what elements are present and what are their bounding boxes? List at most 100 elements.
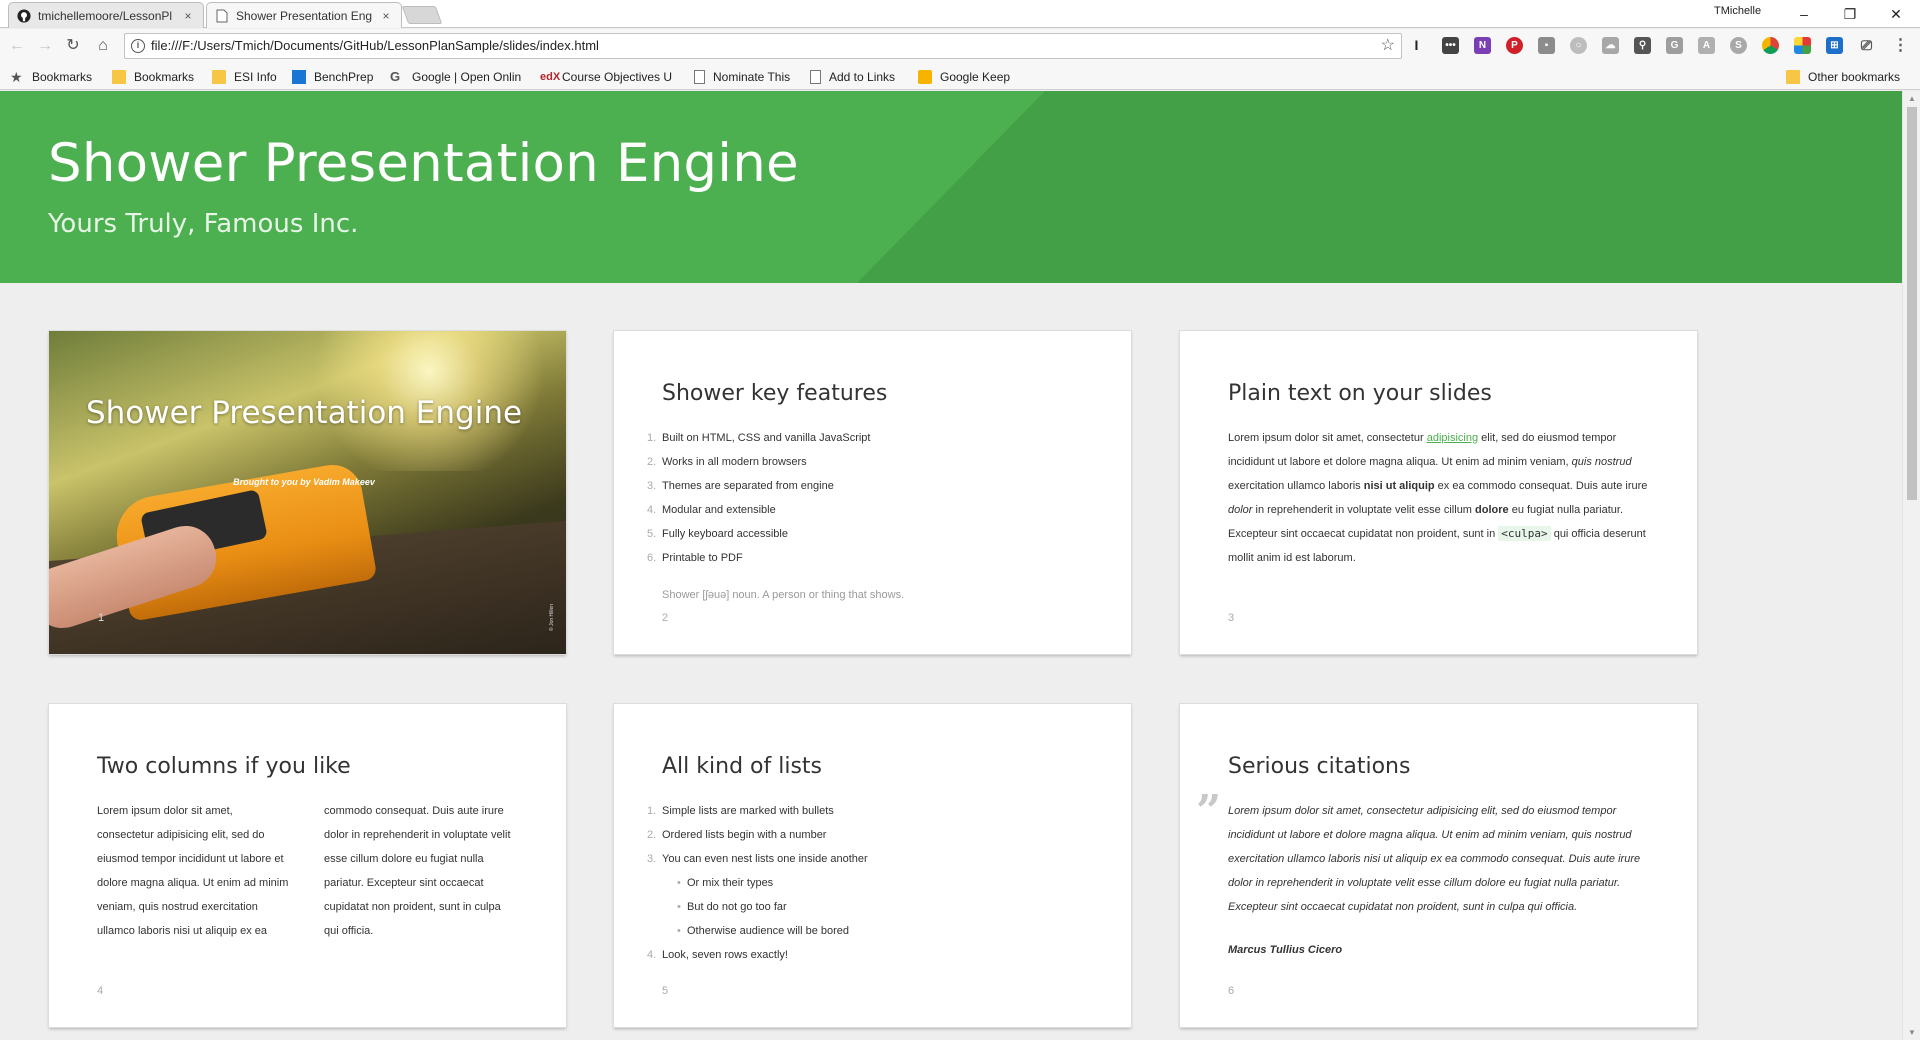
browser-toolbar: ← → ↻ ⌂ i file:///F:/Users/Tmich/Documen… (0, 29, 1920, 63)
menu-icon[interactable]: ⋮ (1892, 37, 1909, 54)
slide-2-features[interactable]: Shower key features 1. Built on HTML, CSS… (614, 331, 1131, 654)
scroll-up-icon[interactable]: ▲ (1907, 94, 1917, 103)
pin-icon[interactable]: ⚲ (1634, 37, 1651, 54)
address-text: file:///F:/Users/Tmich/Documents/GitHub/… (151, 38, 599, 53)
color-icon[interactable] (1794, 37, 1811, 54)
photo-credit: © Jon Hillen (549, 603, 555, 631)
bookmark-nominate-this[interactable]: Nominate This (694, 68, 790, 85)
slide-4-columns[interactable]: Two columns if you like Lorem ipsum dolo… (49, 704, 566, 1027)
page-subtitle: Yours Truly, Famous Inc. (48, 209, 359, 239)
list-item: • Or mix their types (677, 877, 774, 889)
dots-icon[interactable]: ••• (1442, 37, 1459, 54)
circle-icon[interactable]: ○ (1570, 37, 1587, 54)
bookmark-esi-info[interactable]: ESI Info (212, 68, 277, 85)
benchprep-icon (292, 69, 306, 84)
two-column-text: Lorem ipsum dolor sit amet, consectetur … (97, 805, 511, 937)
close-tab-icon[interactable]: × (379, 9, 393, 23)
slide-subtitle: Brought to you by Vadim Makeev (233, 477, 375, 487)
tab-shower[interactable]: Shower Presentation Eng × (206, 2, 402, 28)
folder-icon (1786, 69, 1800, 84)
bookmark-star[interactable]: ★ Bookmarks (10, 68, 92, 85)
quote-mark-icon: ” (1196, 786, 1222, 837)
edx-icon: edX (540, 70, 561, 83)
slide-number: 5 (662, 985, 669, 997)
tab-title: tmichellemoore/LessonPl (38, 8, 173, 23)
slide-title: Serious citations (1228, 754, 1411, 779)
list-item: 3. You can even nest lists one inside ano… (647, 847, 868, 943)
star-icon: ★ (10, 68, 23, 85)
tab-github[interactable]: tmichellemoore/LessonPl × (8, 2, 204, 28)
bookmark-other[interactable]: Other bookmarks (1786, 68, 1900, 85)
slide-title: All kind of lists (662, 754, 822, 779)
bookmark-bookmarks-folder[interactable]: Bookmarks (112, 68, 194, 85)
list-item: 4. Look, seven rows exactly! (647, 949, 788, 961)
list-item: • Otherwise audience will be bored (677, 925, 850, 937)
keep-icon (918, 69, 932, 84)
restore-icon[interactable]: ❐ (1830, 3, 1870, 25)
address-bar[interactable]: i file:///F:/Users/Tmich/Documents/GitHu… (124, 33, 1402, 59)
bookmark-google-open-online[interactable]: G Google | Open Onlin (390, 68, 521, 85)
close-tab-icon[interactable]: × (181, 9, 195, 23)
slide-number: 2 (662, 612, 669, 624)
folder-icon (212, 69, 226, 84)
slide-1-cover[interactable]: Shower Presentation Engine Brought to yo… (49, 331, 566, 654)
list-item: 3. Themes are separated from engine (647, 480, 834, 492)
chrome-icon[interactable] (1762, 37, 1779, 54)
slide-6-citation[interactable]: Serious citations ” Lorem ipsum dolor si… (1180, 704, 1697, 1027)
profile-name[interactable]: TMichelle (1714, 5, 1761, 17)
minimize-icon[interactable]: – (1784, 3, 1824, 25)
bookmark-star-icon[interactable]: ☆ (1381, 34, 1395, 58)
features-list: 1. Built on HTML, CSS and vanilla JavaScr… (647, 426, 870, 570)
github-icon (17, 8, 31, 23)
onenote-icon[interactable]: N (1474, 37, 1491, 54)
inline-code: <culpa> (1498, 526, 1551, 541)
slide-title: Shower key features (662, 381, 888, 406)
list-item: 2. Ordered lists begin with a number (647, 829, 827, 841)
clip-icon[interactable]: ▪ (1538, 37, 1555, 54)
scrollbar-thumb[interactable] (1907, 107, 1917, 500)
slide-title: Shower Presentation Engine (85, 395, 523, 431)
citation-text: Lorem ipsum dolor sit amet, consectetur … (1228, 805, 1641, 913)
forward-icon[interactable]: → (34, 35, 56, 57)
slide-3-plain-text[interactable]: Plain text on your slides Lorem ipsum do… (1180, 331, 1697, 654)
page-header: Shower Presentation Engine Yours Truly, … (0, 91, 1902, 283)
reload-icon[interactable]: ↻ (62, 35, 84, 57)
skype-icon[interactable]: S (1730, 37, 1747, 54)
slide-paragraph: Lorem ipsum dolor sit amet, consectetur … (1228, 432, 1648, 564)
bookmark-google-keep[interactable]: Google Keep (918, 68, 1010, 85)
tab-strip: tmichellemoore/LessonPl × Shower Present… (0, 0, 1920, 28)
page-icon (810, 69, 821, 84)
slide-number: 4 (97, 985, 104, 997)
close-window-icon[interactable]: ✕ (1876, 3, 1916, 25)
page-viewport: Shower Presentation Engine Yours Truly, … (0, 91, 1902, 1040)
scroll-down-icon[interactable]: ▼ (1907, 1028, 1917, 1037)
cursor-icon[interactable]: I (1408, 37, 1425, 54)
slide-number: 3 (1228, 612, 1235, 624)
slide-5-lists[interactable]: All kind of lists 1. Simple lists are mar… (614, 704, 1131, 1027)
inline-link[interactable]: adipisicing (1427, 432, 1478, 444)
home-icon[interactable]: ⌂ (92, 35, 114, 57)
bookmark-add-to-links[interactable]: Add to Links (810, 68, 895, 85)
lists-list: 1. Simple lists are marked with bullets 2… (647, 799, 868, 967)
pinterest-icon[interactable]: P (1506, 37, 1523, 54)
cast-icon[interactable]: ⎚ (1858, 37, 1875, 54)
list-item: 2. Works in all modern browsers (647, 456, 807, 468)
windows-icon[interactable]: ⊞ (1826, 37, 1843, 54)
page-icon (215, 9, 229, 23)
bookmark-course-objectives[interactable]: edX Course Objectives U (540, 68, 672, 85)
header-diagonal (857, 91, 1902, 283)
cloud-icon[interactable]: ☁ (1602, 37, 1619, 54)
back-icon[interactable]: ← (6, 35, 28, 57)
list-item: 6. Printable to PDF (647, 552, 743, 564)
nested-list: • Or mix their types • But do not go too f… (662, 871, 868, 943)
slide-title: Plain text on your slides (1228, 381, 1492, 406)
info-icon[interactable]: i (131, 39, 145, 53)
bookmark-benchprep[interactable]: BenchPrep (292, 68, 373, 85)
page-icon (694, 69, 705, 84)
list-item: 5. Fully keyboard accessible (647, 528, 788, 540)
g-icon[interactable]: G (1666, 37, 1683, 54)
pdf-icon[interactable]: A (1698, 37, 1715, 54)
new-tab-button[interactable] (401, 6, 443, 24)
slide-number: 6 (1228, 985, 1235, 997)
page-scrollbar[interactable]: ▲ ▼ (1902, 91, 1920, 1040)
